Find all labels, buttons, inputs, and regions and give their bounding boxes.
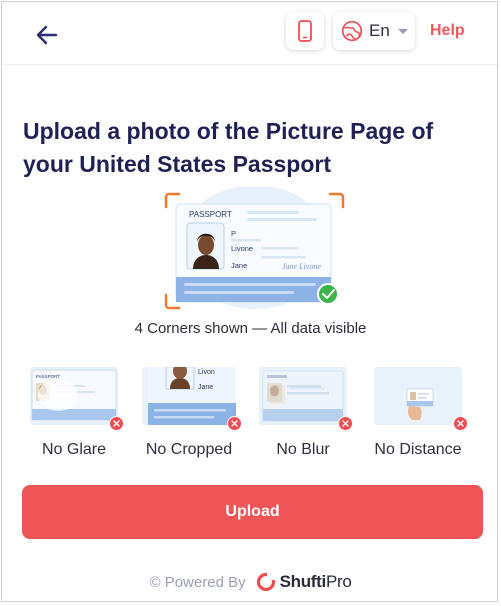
verification-screen: En Help Upload a photo of the Picture Pa… <box>1 1 498 602</box>
tip-label: No Cropped <box>145 441 233 458</box>
shufti-pro-logo: ShuftiPro <box>256 572 352 592</box>
mobile-phone-icon <box>298 20 312 42</box>
help-link[interactable]: Help <box>430 22 465 40</box>
error-x-icon <box>109 416 124 431</box>
tip-label: No Distance <box>374 441 462 458</box>
passport-illustration: PASSPORT P Livone Jane Jane Livone <box>164 187 345 310</box>
cropped-example-image: Livon Jane <box>142 363 242 431</box>
brand-name-sub: Pro <box>325 572 352 591</box>
checkmark-badge-icon <box>317 283 339 305</box>
glare-example-image: PASSPORT <box>30 367 124 431</box>
distant-passport-illustration <box>406 388 434 420</box>
passport-signature: Jane Livone <box>282 262 321 271</box>
page-title: Upload a photo of the Picture Page of yo… <box>23 118 434 177</box>
error-x-icon <box>227 416 242 431</box>
back-arrow-icon[interactable] <box>32 20 62 50</box>
powered-by-text: © Powered By <box>149 573 246 591</box>
svg-text:PASSPORT: PASSPORT <box>36 374 60 379</box>
blur-example-image <box>259 367 353 431</box>
passport-type: P <box>231 229 236 238</box>
glare-passport-illustration: PASSPORT <box>31 369 117 421</box>
brand-name-main: Shufti <box>279 572 327 591</box>
cropped-passport-illustration: Livon Jane <box>148 363 236 425</box>
error-x-icon <box>453 416 468 431</box>
tip-no-blur: No Blur <box>243 367 363 459</box>
powered-by-footer: © Powered By ShuftiPro <box>2 572 497 592</box>
language-label: En <box>369 21 390 40</box>
distance-example-image <box>374 367 468 431</box>
language-selector[interactable]: En <box>333 12 415 50</box>
upload-button[interactable]: Upload <box>22 485 483 539</box>
error-x-icon <box>338 416 353 431</box>
shufti-logo-icon <box>256 572 276 592</box>
globe-icon <box>341 20 363 42</box>
passport-given-name: Jane <box>231 261 247 270</box>
mobile-device-button[interactable] <box>286 12 324 50</box>
tip-label: No Blur <box>276 441 330 458</box>
chevron-down-icon <box>397 28 408 34</box>
tip-no-glare: PASSPORT No Glare <box>14 367 134 459</box>
cropped-surname: Livon <box>198 369 215 376</box>
passport-surname: Livone <box>231 244 253 253</box>
tip-label: No Glare <box>41 441 107 458</box>
tip-no-cropped: Livon Jane No Cropped <box>129 363 249 459</box>
cropped-given-name: Jane <box>198 384 213 391</box>
blurred-passport-illustration <box>262 370 344 422</box>
tip-no-distance: No Distance <box>358 367 478 459</box>
top-bar: En Help <box>2 2 497 65</box>
passport-heading: PASSPORT <box>189 210 232 219</box>
hero-caption: 4 Corners shown — All data visible <box>134 320 367 337</box>
